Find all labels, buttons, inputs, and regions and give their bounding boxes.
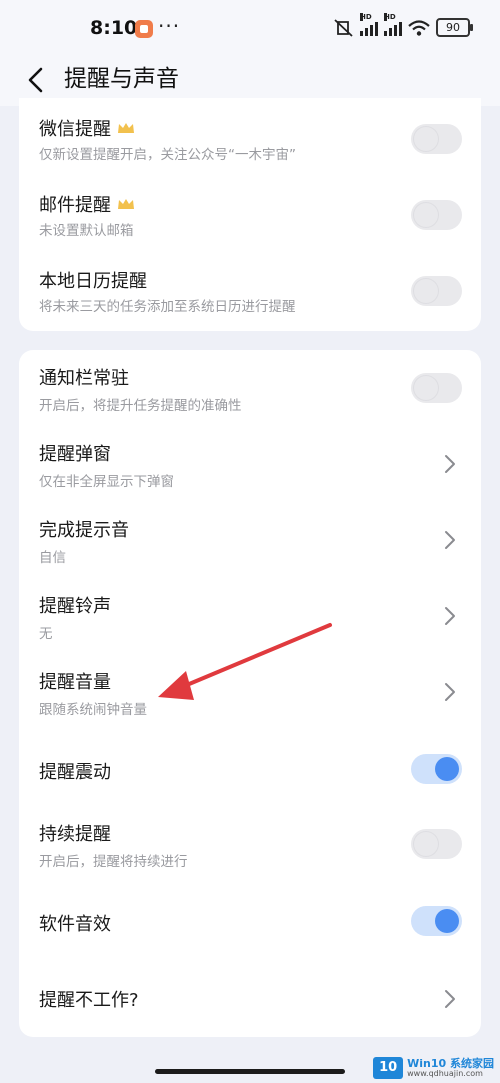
watermark: 10 Win10 系统家园 www.qdhuajin.com [373, 1057, 494, 1079]
home-indicator[interactable] [155, 1069, 345, 1074]
watermark-name: Win10 系统家园 [407, 1057, 494, 1070]
watermark-url: www.qdhuajin.com [407, 1069, 483, 1078]
annotation-arrow [158, 623, 332, 700]
watermark-logo: 10 [373, 1057, 404, 1079]
